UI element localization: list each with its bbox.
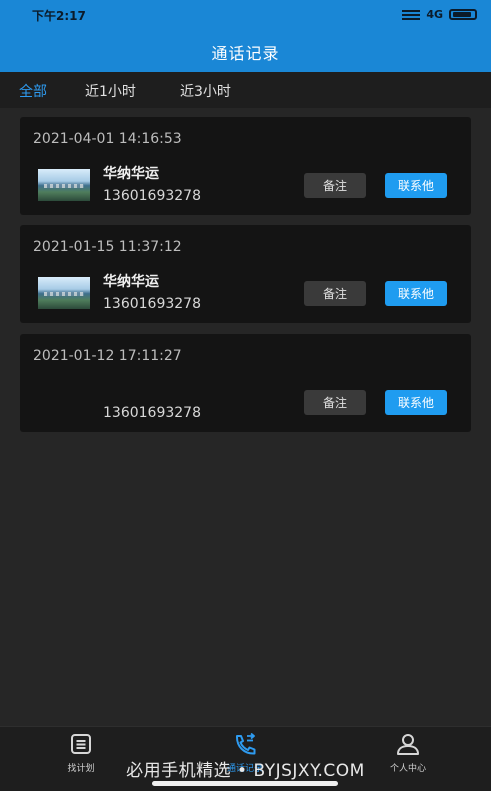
- filter-tabs: 全部 近1小时 近3小时: [0, 72, 491, 108]
- signal-icon: [402, 9, 421, 20]
- phone-call-icon: [235, 732, 256, 755]
- tab-last-3-hours[interactable]: 近3小时: [180, 81, 231, 101]
- contact-name: 华纳华运: [103, 274, 159, 290]
- call-time: 2021-01-12 17:11:27: [33, 348, 182, 364]
- call-time: 2021-04-01 14:16:53: [33, 131, 182, 147]
- contact-name: 华纳华运: [103, 166, 159, 182]
- call-record-card: 2021-01-12 17:11:27 13601693278 备注 联系他: [20, 334, 471, 432]
- contact-thumbnail: [38, 277, 90, 309]
- note-button[interactable]: 备注: [304, 173, 366, 198]
- user-icon: [397, 734, 419, 755]
- contact-phone: 13601693278: [103, 405, 201, 421]
- contact-button[interactable]: 联系他: [385, 281, 447, 306]
- contact-thumbnail: [38, 169, 90, 201]
- tab-last-1-hour[interactable]: 近1小时: [85, 81, 136, 101]
- contact-phone: 13601693278: [103, 296, 201, 312]
- call-record-card: 2021-04-01 14:16:53 华纳华运 13601693278 备注 …: [20, 117, 471, 215]
- contact-phone: 13601693278: [103, 188, 201, 204]
- call-time: 2021-01-15 11:37:12: [33, 239, 182, 255]
- contact-button[interactable]: 联系他: [385, 390, 447, 415]
- document-icon: [71, 734, 91, 754]
- watermark-text: 必用手机精选 • BYJSJXY.COM: [126, 761, 365, 781]
- battery-icon: [449, 9, 477, 20]
- page-title: 通话记录: [211, 44, 280, 63]
- note-button[interactable]: 备注: [304, 281, 366, 306]
- note-button[interactable]: 备注: [304, 390, 366, 415]
- tab-all[interactable]: 全部: [19, 81, 47, 101]
- call-record-card: 2021-01-15 11:37:12 华纳华运 13601693278 备注 …: [20, 225, 471, 323]
- network-label: 4G: [426, 8, 443, 21]
- home-indicator[interactable]: [152, 781, 338, 786]
- status-indicators: 4G: [402, 8, 477, 21]
- app-header: 下午2:17 4G 通话记录: [0, 0, 491, 72]
- contact-button[interactable]: 联系他: [385, 173, 447, 198]
- status-time: 下午2:17: [32, 9, 86, 23]
